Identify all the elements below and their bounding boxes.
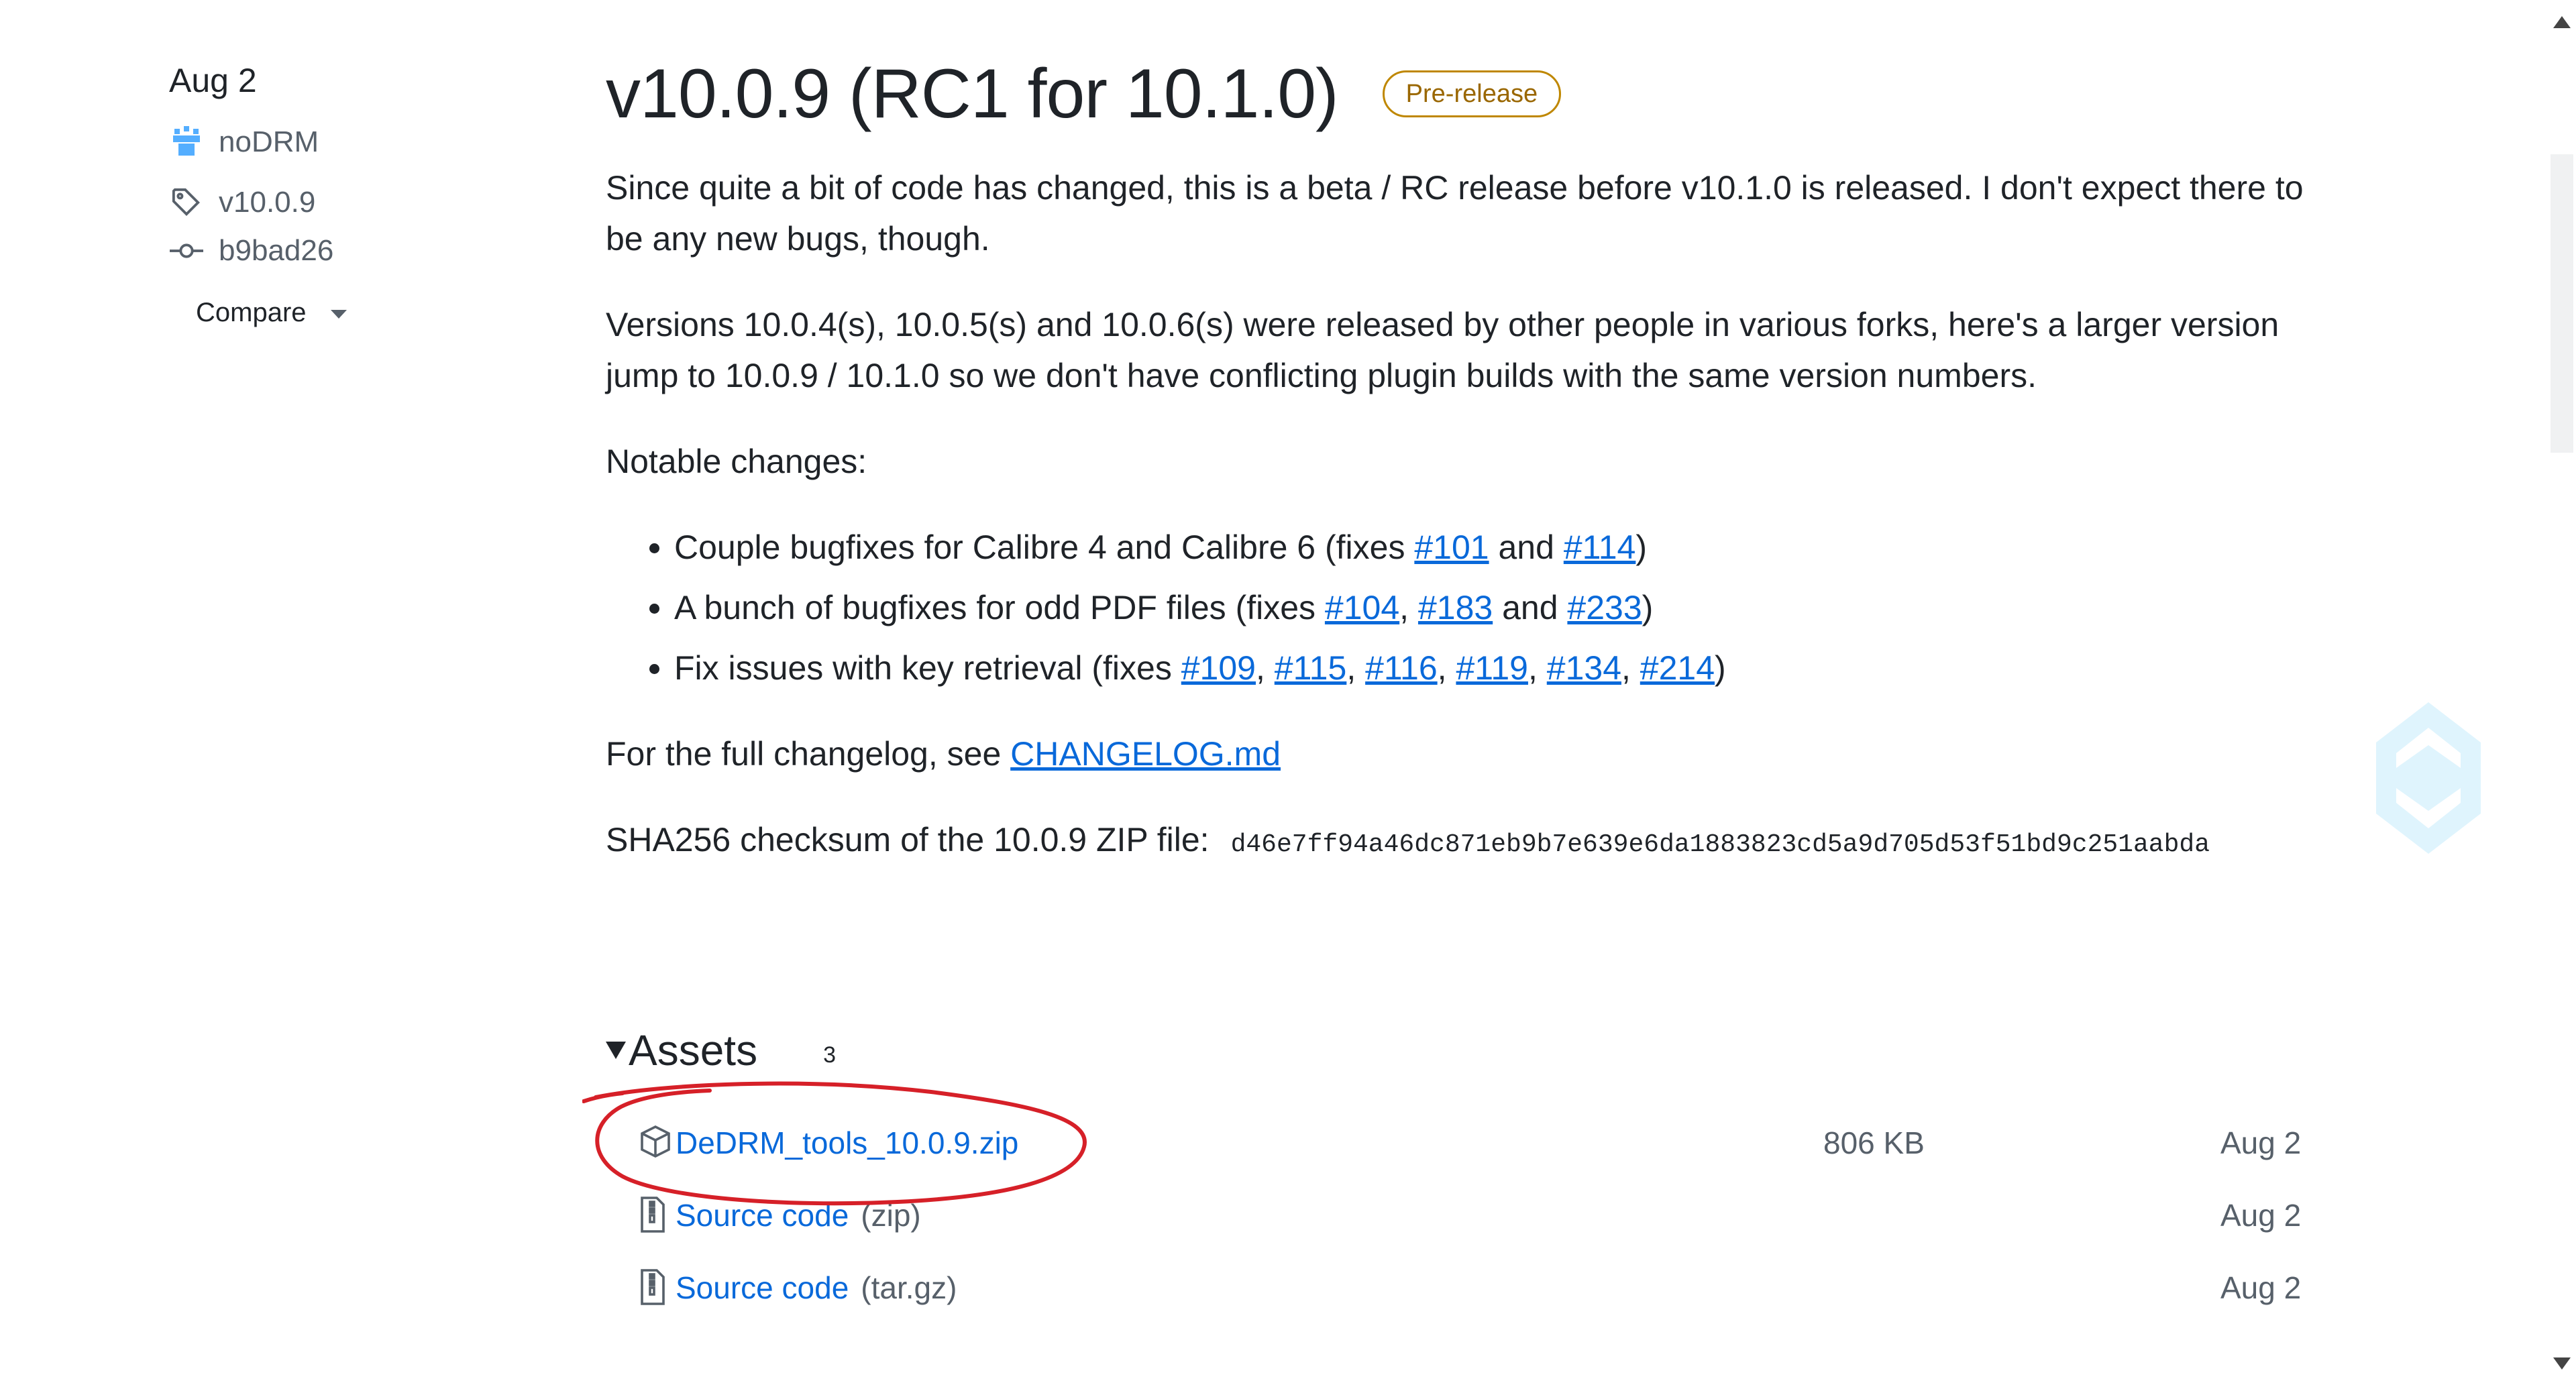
commit-sha: b9bad26 [219,234,334,267]
scroll-thumb[interactable] [2551,154,2573,453]
tag-name: v10.0.9 [219,186,316,219]
asset-list: DeDRM_tools_10.0.9.zip 806 KB Aug 2 Source … [606,1107,2310,1324]
asset-format: (zip) [861,1198,921,1233]
commit-link[interactable]: b9bad26 [169,231,545,271]
release-paragraph-1: Since quite a bit of code has changed, t… [606,169,2304,258]
issue-link[interactable]: #119 [1456,649,1528,687]
issue-link[interactable]: #109 [1181,649,1256,687]
changelog-line: For the full changelog, see CHANGELOG.md [606,728,2350,779]
changelog-link[interactable]: CHANGELOG.md [1010,735,1281,773]
git-commit-icon [169,233,204,268]
issue-link[interactable]: #104 [1325,589,1399,626]
scroll-up-arrow-icon[interactable] [2553,16,2571,28]
sha-label: SHA256 checksum of the 10.0.9 ZIP file: [606,821,1210,858]
change-item: A bunch of bugfixes for odd PDF files (f… [674,582,2350,633]
issue-link[interactable]: #233 [1567,589,1642,626]
change-text: A bunch of bugfixes for odd PDF files (f… [674,589,1325,626]
assets-title: Assets [629,1026,758,1074]
changelog-prefix: For the full changelog, see [606,735,1011,773]
issue-link[interactable]: #101 [1414,529,1489,566]
notable-changes-heading: Notable changes: [606,443,867,480]
asset-download-link[interactable]: Source code (zip) [676,1197,921,1233]
tag-link[interactable]: v10.0.9 [169,182,545,223]
asset-row: DeDRM_tools_10.0.9.zip 806 KB Aug 2 [606,1107,2310,1179]
package-icon [639,1124,672,1162]
release-notes: Since quite a bit of code has changed, t… [606,162,2350,871]
release-title: v10.0.9 (RC1 for 10.1.0) [606,55,1339,133]
author-link[interactable]: noDRM [169,122,545,162]
asset-name: Source code [676,1270,849,1305]
issue-link[interactable]: #114 [1564,529,1636,566]
issue-link[interactable]: #134 [1547,649,1621,687]
author-name: noDRM [219,125,319,158]
asset-name: DeDRM_tools_10.0.9.zip [676,1125,1019,1160]
asset-size: 806 KB [1823,1125,1925,1160]
scroll-down-arrow-icon[interactable] [2553,1357,2571,1370]
changes-list: Couple bugfixes for Calibre 4 and Calibr… [606,522,2350,694]
asset-date: Aug 2 [2220,1270,2302,1305]
asset-date: Aug 2 [2220,1198,2302,1233]
release-paragraph-2: Versions 10.0.4(s), 10.0.5(s) and 10.0.6… [606,306,2279,394]
floating-logo-icon [2376,702,2481,854]
tag-icon [169,185,204,220]
sha-value: d46e7ff94a46dc871eb9b7e639e6da1883823cd5… [1230,830,2210,859]
release-body: v10.0.9 (RC1 for 10.1.0) Pre-release Sin… [606,47,2350,871]
compare-button[interactable]: Compare [196,298,347,328]
asset-format: (tar.gz) [861,1270,957,1305]
sha-line: SHA256 checksum of the 10.0.9 ZIP file: … [606,814,2350,871]
asset-row: Source code (zip) Aug 2 [606,1179,2310,1252]
assets-toggle[interactable]: Assets 3 [606,1018,2310,1083]
assets-count: 3 [823,1042,836,1068]
asset-name: Source code [676,1198,849,1233]
issue-link[interactable]: #183 [1418,589,1493,626]
file-zip-icon [639,1269,672,1307]
avatar [169,125,204,160]
file-zip-icon [639,1197,672,1234]
asset-date: Aug 2 [2220,1125,2302,1160]
change-text: Fix issues with key retrieval (fixes [674,649,1181,687]
assets-section: Assets 3 DeDRM_tools_10.0.9.zip 806 KB Aug… [606,1018,2310,1324]
change-item: Fix issues with key retrieval (fixes #10… [674,643,2350,694]
release-meta: Aug 2 noDRM v10.0.9 b9bad26 Compare [169,59,545,328]
pre-release-badge: Pre-release [1382,70,1562,117]
vertical-scrollbar[interactable] [2546,0,2576,1387]
change-item: Couple bugfixes for Calibre 4 and Calibr… [674,522,2350,573]
asset-download-link[interactable]: DeDRM_tools_10.0.9.zip [676,1125,1018,1161]
issue-link[interactable]: #214 [1640,649,1715,687]
chevron-down-icon [330,310,347,319]
asset-download-link[interactable]: Source code (tar.gz) [676,1270,957,1306]
asset-row: Source code (tar.gz) Aug 2 [606,1252,2310,1324]
compare-label: Compare [196,298,307,327]
issue-link[interactable]: #116 [1365,649,1438,687]
release-date: Aug 2 [169,62,257,99]
triangle-down-icon [606,1042,626,1059]
change-text: Couple bugfixes for Calibre 4 and Calibr… [674,529,1415,566]
issue-link[interactable]: #115 [1275,649,1347,687]
